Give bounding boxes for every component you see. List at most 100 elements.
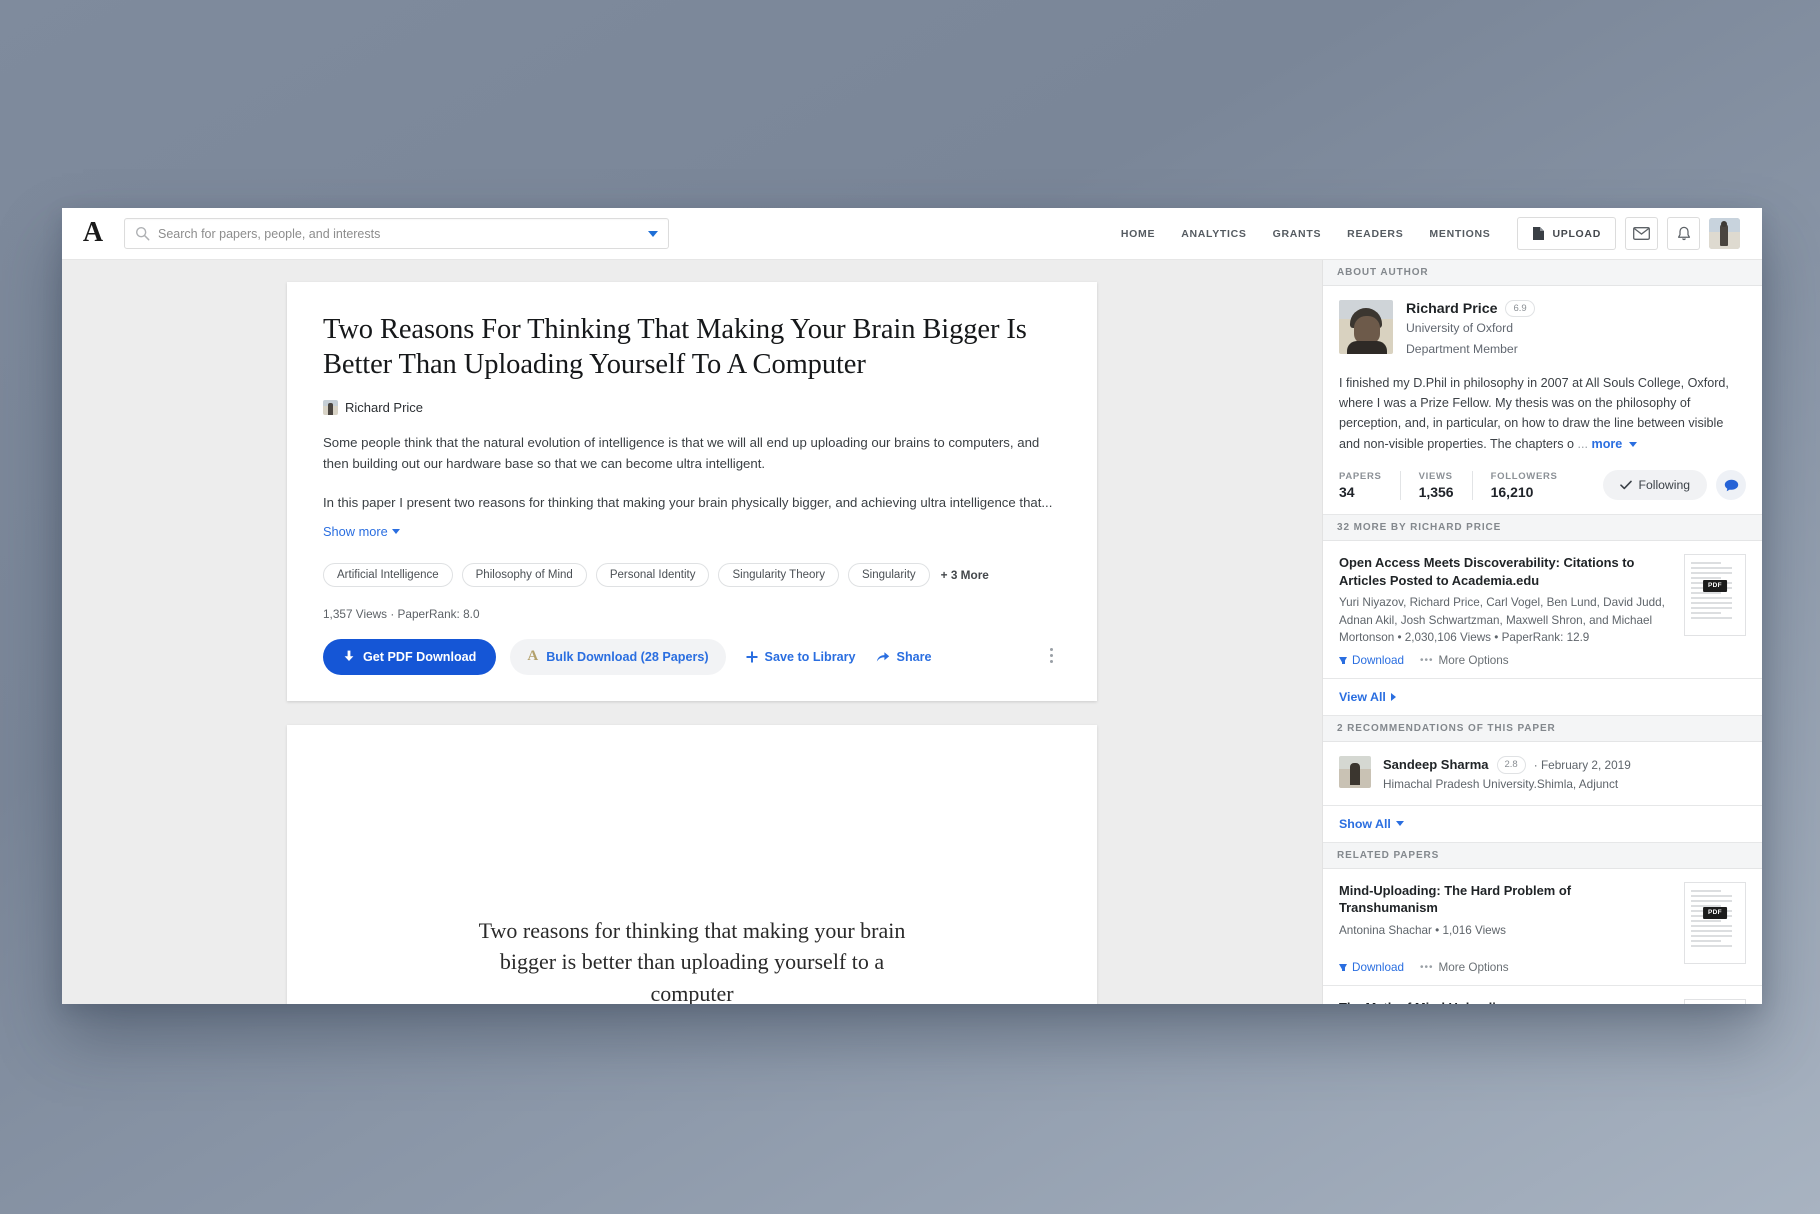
thumb-line [1691,944,1733,947]
bio-chevron-down-icon[interactable] [1628,442,1637,448]
paper-detail-card: Two Reasons For Thinking That Making You… [287,282,1097,701]
app-window: A HOME ANALYTICS GRANTS READERS MENTIONS [62,208,1762,1004]
related-paper-thumbnail[interactable]: PDF [1684,881,1746,964]
ellipsis-icon: ••• [1419,961,1434,973]
author-bio-ellipsis: ... [1577,436,1589,451]
show-all-section: Show All [1323,806,1762,843]
recommendation-date: · February 2, 2019 [1533,757,1631,772]
download-link-label: Download [1352,960,1404,974]
view-all-button[interactable]: View All [1323,679,1762,715]
pdf-preview-card[interactable]: Two reasons for thinking that making you… [287,724,1097,1004]
tag-singularity-theory[interactable]: Singularity Theory [718,562,839,587]
related-paper-section-1: Mind-Uploading: The Hard Problem of Tran… [1323,869,1762,986]
show-more-button[interactable]: Show more [323,524,400,539]
more-options-label: More Options [1438,960,1509,974]
author-photo[interactable] [1339,300,1393,354]
recommendation-date-text: February 2, 2019 [1540,757,1631,772]
share-button[interactable]: Share [876,650,932,664]
thumb-line [1691,894,1733,897]
related-paper-title[interactable]: The Myth of Mind Uploading [1339,999,1670,1004]
nav-link-analytics[interactable]: ANALYTICS [1168,228,1259,240]
pdf-badge: PDF [1703,579,1727,592]
message-author-button[interactable] [1716,470,1746,501]
tag-artificial-intelligence[interactable]: Artificial Intelligence [323,562,453,587]
search-icon [135,226,150,241]
thumbnail-text-lines [1691,889,1739,956]
upload-button[interactable]: UPLOAD [1517,217,1616,250]
recommender-details: Sandeep Sharma 2.8 · February 2, 2019 Hi… [1383,756,1631,791]
tag-personal-identity[interactable]: Personal Identity [595,562,710,587]
tag-philosophy-of-mind[interactable]: Philosophy of Mind [461,562,587,587]
search-input[interactable] [158,226,642,241]
related-paper-thumbnail[interactable] [1684,998,1746,1004]
about-author-section: Richard Price 6.9 University of Oxford D… [1323,286,1762,516]
author-photo-body [1347,341,1387,354]
recommender-name[interactable]: Sandeep Sharma [1383,757,1489,772]
author-name[interactable]: Richard Price [1406,301,1497,317]
upload-button-label: UPLOAD [1552,227,1601,240]
paper-thumbnail[interactable]: PDF [1684,554,1746,637]
author-metrics: PAPERS 34 VIEWS 1,356 FOLLOWERS 16,210 F… [1339,470,1746,501]
envelope-icon [1633,227,1650,240]
notifications-button[interactable] [1667,217,1700,250]
nav-link-readers[interactable]: READERS [1334,228,1416,240]
download-arrow-icon [1339,963,1347,971]
nav-link-mentions[interactable]: MENTIONS [1416,228,1503,240]
follow-area: Following [1602,470,1746,501]
download-link[interactable]: Download [1339,961,1404,974]
related-paper-title[interactable]: Mind-Uploading: The Hard Problem of Tran… [1339,882,1670,917]
nav-link-grants[interactable]: GRANTS [1260,228,1335,240]
more-actions-menu-icon[interactable] [1043,645,1059,667]
thumb-line [1691,929,1733,932]
get-pdf-download-button[interactable]: Get PDF Download [323,638,497,675]
nav-link-home[interactable]: HOME [1108,228,1168,240]
metric-views-value: 1,356 [1418,483,1454,500]
author-bio-more-link[interactable]: more [1592,437,1623,451]
following-button[interactable]: Following [1602,470,1707,501]
download-icon [344,650,354,662]
paper-author-row[interactable]: Richard Price [323,400,1061,416]
right-sidebar: ABOUT AUTHOR Richard Price 6.9 Universit… [1322,260,1762,1004]
avatar-head [1721,221,1727,227]
download-link[interactable]: Download [1339,654,1404,667]
thumb-line [1691,934,1733,937]
save-to-library-button[interactable]: Save to Library [746,650,856,664]
thumb-line [1691,607,1733,610]
paper-author-name[interactable]: Richard Price [345,400,423,415]
author-details: Richard Price 6.9 University of Oxford D… [1406,300,1535,359]
paper-list-item-meta: Yuri Niyazov, Richard Price, Carl Vogel,… [1339,596,1665,644]
search-box[interactable] [124,218,669,249]
thumb-line [1691,924,1733,927]
document-icon [1533,227,1545,240]
share-label: Share [896,649,932,664]
related-paper-links: Download ••• More Options [1339,961,1670,974]
recommender-photo[interactable] [1339,756,1371,789]
recommendations-header: 2 RECOMMENDATIONS OF THIS PAPER [1323,716,1762,743]
messages-button[interactable] [1625,217,1658,250]
view-all-label: View All [1339,690,1386,705]
search-dropdown-caret-icon[interactable] [648,230,658,237]
metric-followers-value: 16,210 [1490,483,1534,500]
show-all-button[interactable]: Show All [1323,806,1762,842]
recommendations-section: Sandeep Sharma 2.8 · February 2, 2019 Hi… [1323,742,1762,806]
more-options-link[interactable]: ••• More Options [1420,654,1509,667]
tag-singularity[interactable]: Singularity [847,562,930,587]
chat-bubble-icon [1724,479,1738,491]
kebab-dot [1049,660,1053,664]
thumb-line [1691,597,1733,600]
tags-more-link[interactable]: + 3 More [941,568,989,582]
app-body: Two Reasons For Thinking That Making You… [62,260,1762,1004]
thumb-line [1691,592,1721,595]
metric-views: VIEWS 1,356 [1418,470,1473,500]
get-pdf-label: Get PDF Download [363,649,477,664]
page-title: Two Reasons For Thinking That Making You… [323,314,1027,381]
academia-logo[interactable]: A [62,218,124,249]
paper-list-item-title[interactable]: Open Access Meets Discoverability: Citat… [1339,554,1670,589]
more-options-link[interactable]: ••• More Options [1420,961,1509,974]
thumb-line [1691,889,1721,892]
bulk-download-button[interactable]: A Bulk Download (28 Papers) [510,638,726,675]
plus-icon [746,651,758,663]
thumb-line [1691,567,1733,570]
user-avatar[interactable] [1709,218,1740,249]
author-score-badge: 6.9 [1505,300,1535,318]
